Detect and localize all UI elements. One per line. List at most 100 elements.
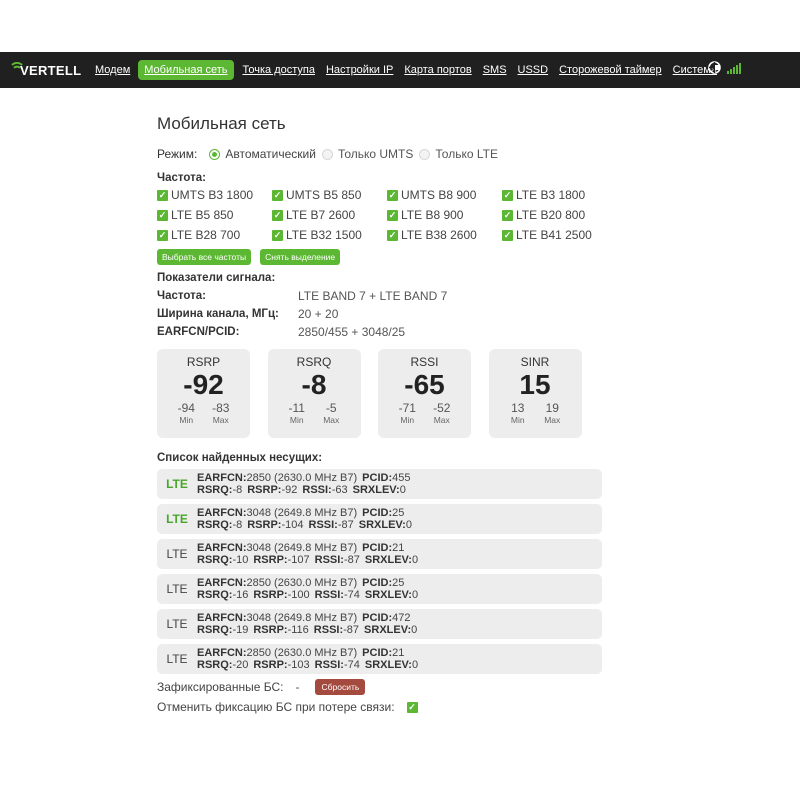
stat-card: RSSI -65 -71 Min -52 Max: [378, 349, 471, 438]
carrier-key: RSRP:: [253, 624, 288, 636]
main-content: Мобильная сеть Режим: Автоматический Толь…: [157, 114, 607, 716]
checkbox-checked-icon[interactable]: ✓: [157, 189, 168, 201]
frequency-checkbox[interactable]: ✓ LTE B32 1500: [272, 227, 387, 243]
carrier-tech: LTE: [166, 477, 188, 491]
carrier-pcid: 21: [392, 542, 405, 554]
fixed-bs-label: Зафиксированные БС:: [157, 680, 284, 694]
carrier-tech: LTE: [166, 652, 188, 666]
nav-item[interactable]: Модем: [95, 64, 130, 76]
carrier-key: PCID:: [362, 507, 393, 519]
carrier-row: LTE EARFCN:2850 (2630.0 MHz B7) PCID:455 RS…: [157, 469, 602, 499]
checkbox-checked-icon[interactable]: ✓: [272, 209, 283, 221]
nav-item[interactable]: Мобильная сеть: [138, 60, 234, 80]
mode-radio[interactable]: Только LTE: [419, 147, 498, 161]
frequency-checkbox[interactable]: ✓ LTE B20 800: [502, 207, 617, 223]
carrier-key: SRXLEV:: [364, 554, 412, 566]
nav-item[interactable]: Карта портов: [404, 64, 471, 76]
checkbox-checked-icon[interactable]: ✓: [272, 189, 283, 201]
carrier-details: EARFCN:2850 (2630.0 MHz B7) PCID:455 RSRQ:…: [197, 472, 410, 496]
stat-value: 15: [519, 369, 551, 400]
frequency-label: LTE B38 2600: [401, 228, 477, 242]
carrier-key: SRXLEV:: [364, 659, 412, 671]
carrier-rssi: -74: [343, 659, 360, 671]
stat-min-max: -94 Min -83 Max: [157, 402, 250, 426]
mode-radio[interactable]: Только UMTS: [321, 147, 414, 161]
checkbox-checked-icon[interactable]: ✓: [502, 209, 513, 221]
carrier-key: SRXLEV:: [364, 589, 412, 601]
frequency-checkbox[interactable]: ✓ UMTS B8 900: [387, 187, 502, 203]
frequency-checkbox[interactable]: ✓ LTE B38 2600: [387, 227, 502, 243]
checkbox-checked-icon[interactable]: ✓: [502, 189, 513, 201]
frequency-checkbox[interactable]: ✓ UMTS B3 1800: [157, 187, 272, 203]
signal-info-key: EARFCN/PCID:: [157, 325, 240, 338]
carrier-details: EARFCN:2850 (2630.0 MHz B7) PCID:25 RSRQ:-…: [197, 577, 418, 601]
frequency-checkbox[interactable]: ✓ UMTS B5 850: [272, 187, 387, 203]
stat-max: -5 Max: [316, 402, 346, 426]
signal-info-value: 20 + 20: [298, 306, 339, 321]
checkbox-checked-icon[interactable]: ✓: [157, 209, 168, 221]
cancel-fix-checkbox[interactable]: ✓: [406, 701, 418, 713]
mode-radio-label: Только UMTS: [337, 147, 414, 161]
carrier-row: LTE EARFCN:3048 (2649.8 MHz B7) PCID:472 RS…: [157, 609, 602, 639]
stat-min-value: 13: [511, 401, 525, 415]
stat-min-max: -71 Min -52 Max: [378, 402, 471, 426]
reset-button[interactable]: Сбросить: [315, 679, 366, 695]
deselect-button[interactable]: Снять выделение: [260, 249, 341, 265]
nav-item[interactable]: SMS: [483, 64, 507, 76]
stat-max: -83 Max: [206, 402, 236, 426]
frequency-checkbox[interactable]: ✓ LTE B8 900: [387, 207, 502, 223]
nav-item[interactable]: USSD: [518, 64, 549, 76]
mode-radio[interactable]: Автоматический: [209, 147, 316, 161]
carrier-srxlev: 0: [411, 624, 418, 636]
nav-item[interactable]: Настройки IP: [326, 64, 393, 76]
carrier-key: PCID:: [362, 577, 393, 589]
vertell-logo-icon: [11, 62, 23, 69]
frequency-checkbox[interactable]: ✓ LTE B3 1800: [502, 187, 617, 203]
stat-name: SINR: [520, 355, 550, 369]
frequency-checkbox[interactable]: ✓ LTE B41 2500: [502, 227, 617, 243]
checkbox-checked-icon[interactable]: ✓: [157, 229, 168, 241]
top-navbar: VERTELL Модем Мобильная сеть Точка доступа…: [0, 52, 800, 88]
carrier-rssi: -63: [331, 484, 348, 496]
nav-item[interactable]: Точка доступа: [243, 64, 315, 76]
frequency-checkbox[interactable]: ✓ LTE B7 2600: [272, 207, 387, 223]
stat-min-max: -11 Min -5 Max: [268, 402, 361, 426]
frequency-label: LTE B3 1800: [516, 188, 586, 202]
checkbox-checked-icon[interactable]: ✓: [387, 209, 398, 221]
carrier-key: RSRP:: [253, 554, 288, 566]
stat-max-label: Max: [212, 415, 229, 425]
brand-logo[interactable]: VERTELL: [9, 60, 81, 80]
carrier-key: EARFCN:: [197, 577, 247, 589]
globe-icon[interactable]: [708, 61, 721, 74]
stat-min-label: Min: [179, 415, 194, 425]
carrier-pcid: 21: [392, 647, 405, 659]
carrier-rsrp: -92: [281, 484, 298, 496]
frequency-label: UMTS B5 850: [286, 188, 362, 202]
carrier-earfcn: 3048 (2649.8 MHz B7): [246, 612, 358, 624]
stat-card: SINR 15 13 Min 19 Max: [488, 349, 582, 438]
carrier-key: EARFCN:: [197, 647, 247, 659]
nav-item[interactable]: Сторожевой таймер: [559, 64, 662, 76]
checkbox-checked-icon[interactable]: ✓: [272, 229, 283, 241]
carrier-key: PCID:: [362, 612, 393, 624]
signal-info-value: 2850/455 + 3048/25: [298, 324, 406, 339]
carrier-key: SRXLEV:: [364, 624, 412, 636]
checkbox-checked-icon[interactable]: ✓: [502, 229, 513, 241]
stat-name: RSSI: [410, 355, 439, 369]
stat-name: RSRP: [186, 355, 221, 369]
frequency-checkbox[interactable]: ✓ LTE B28 700: [157, 227, 272, 243]
frequency-label: UMTS B3 1800: [171, 188, 254, 202]
frequency-label: LTE B20 800: [516, 208, 586, 222]
signal-strength-icon: [727, 62, 742, 74]
carrier-key: RSRQ:: [197, 519, 233, 531]
checkbox-checked-icon[interactable]: ✓: [387, 229, 398, 241]
select-all-button[interactable]: Выбрать все частоты: [157, 249, 252, 265]
signal-info-row: EARFCN/PCID: 2850/455 + 3048/25: [157, 324, 607, 339]
carrier-tech: LTE: [166, 547, 188, 561]
carrier-list: LTE EARFCN:2850 (2630.0 MHz B7) PCID:455 RS…: [157, 469, 607, 674]
carrier-key: PCID:: [362, 647, 393, 659]
mode-selector: Режим: Автоматический Только UMTS Только L…: [157, 146, 607, 162]
checkbox-checked-icon[interactable]: ✓: [387, 189, 398, 201]
carrier-pcid: 25: [392, 507, 405, 519]
frequency-checkbox[interactable]: ✓ LTE B5 850: [157, 207, 272, 223]
